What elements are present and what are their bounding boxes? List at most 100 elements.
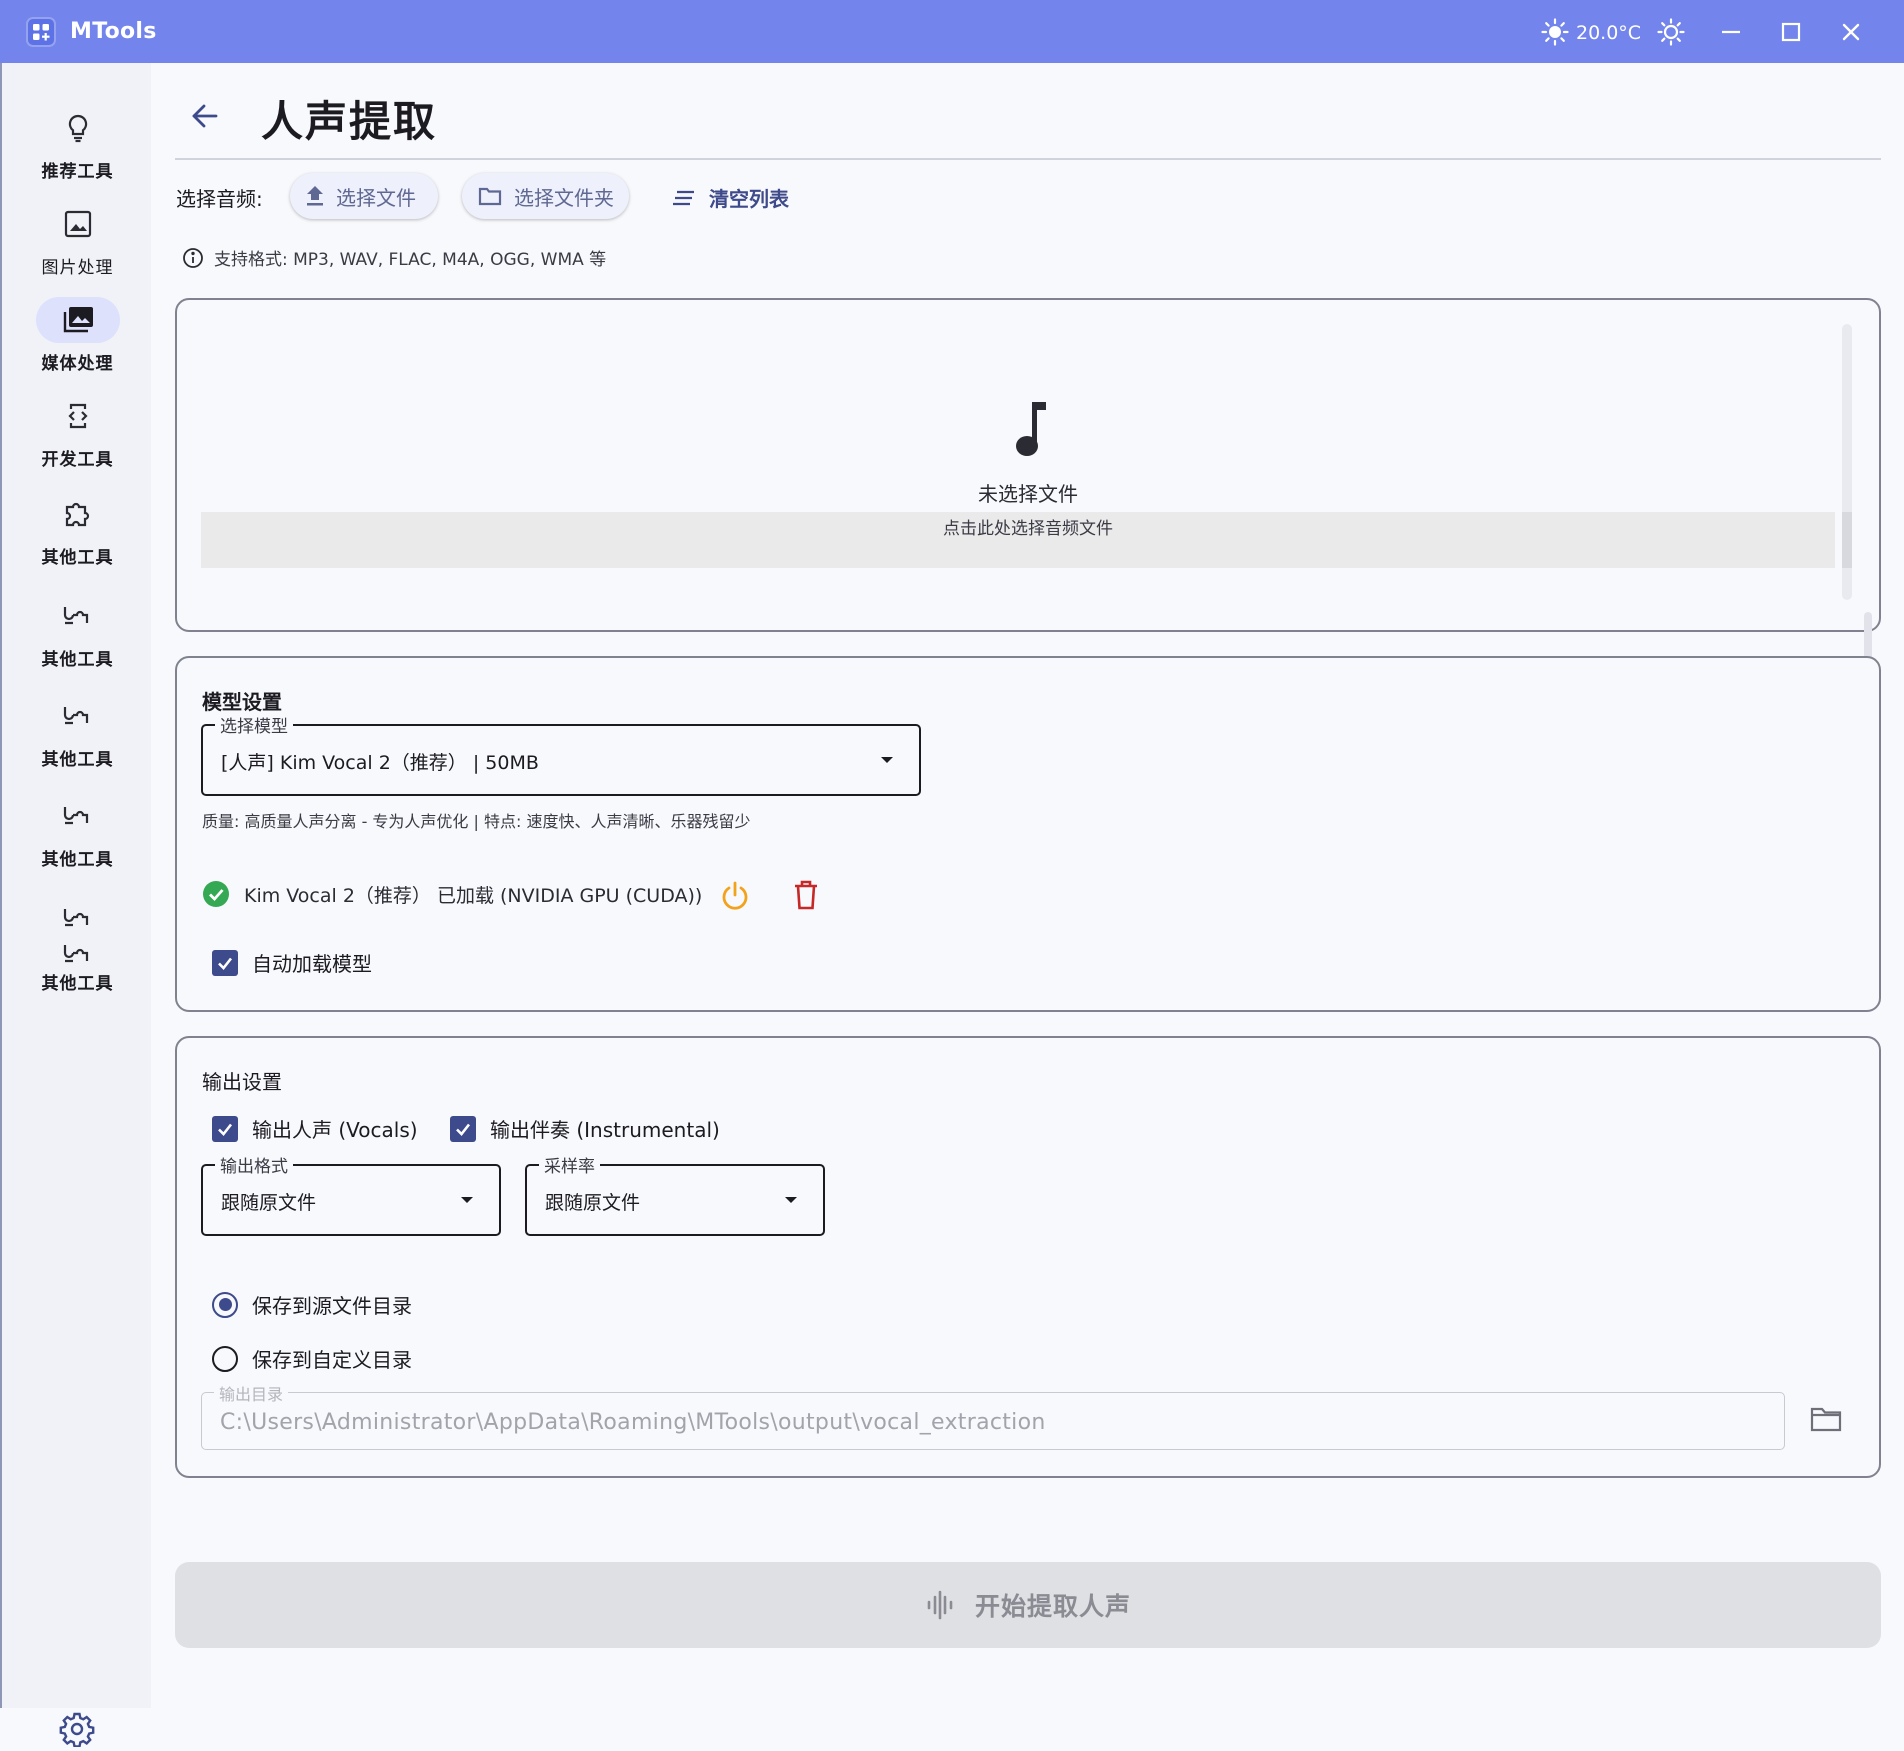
select-folder-button[interactable]: 选择文件夹 bbox=[462, 173, 629, 219]
unload-model-button[interactable] bbox=[719, 880, 751, 916]
minimize-icon bbox=[1722, 30, 1740, 34]
radio-unselected-icon bbox=[212, 1345, 238, 1372]
maximize-button[interactable] bbox=[1773, 14, 1809, 50]
title-bar: MTools 20.0°C bbox=[0, 0, 1904, 63]
sidebar-item-dev[interactable]: 开发工具 bbox=[2, 393, 153, 470]
folder-icon bbox=[478, 187, 502, 206]
clear-list-label: 清空列表 bbox=[709, 187, 789, 211]
output-vocals-label: 输出人声 (Vocals) bbox=[252, 1118, 418, 1142]
extension-icon bbox=[63, 807, 88, 825]
close-icon bbox=[1842, 23, 1860, 41]
file-dropzone[interactable]: 未选择文件 点击此处选择音频文件 bbox=[175, 298, 1881, 632]
arrow-back-icon bbox=[192, 104, 218, 128]
checkbox-checked-icon bbox=[212, 949, 238, 976]
app-logo-icon bbox=[26, 17, 56, 47]
extension-icon bbox=[63, 607, 88, 625]
output-instrumental-label: 输出伴奏 (Instrumental) bbox=[490, 1118, 720, 1142]
sidebar-item-label: 图片处理 bbox=[41, 258, 114, 278]
model-settings-card: 模型设置 选择模型 [人声] Kim Vocal 2（推荐） | 50MB 质量… bbox=[175, 656, 1881, 1012]
clear-all-icon bbox=[673, 190, 694, 205]
save-to-custom-label: 保存到自定义目录 bbox=[252, 1348, 412, 1372]
sidebar-item-media[interactable]: 媒体处理 bbox=[2, 297, 153, 374]
sample-rate-select[interactable]: 采样率 跟随原文件 bbox=[525, 1152, 825, 1236]
back-button[interactable] bbox=[186, 97, 224, 135]
power-icon bbox=[722, 881, 748, 910]
format-hint-text: 支持格式: MP3, WAV, FLAC, M4A, OGG, WMA 等 bbox=[214, 250, 607, 270]
output-dir-field: 输出目录 C:\Users\Administrator\AppData\Roam… bbox=[201, 1381, 1785, 1450]
output-section-title: 输出设置 bbox=[202, 1070, 282, 1094]
upload-icon bbox=[307, 186, 323, 206]
extension-icon bbox=[63, 945, 88, 963]
select-file-button[interactable]: 选择文件 bbox=[290, 173, 438, 219]
output-vocals-checkbox[interactable]: 输出人声 (Vocals) bbox=[212, 1114, 418, 1143]
model-section-title: 模型设置 bbox=[202, 690, 282, 714]
extension-icon bbox=[65, 502, 89, 527]
start-extraction-label: 开始提取人声 bbox=[974, 1592, 1131, 1621]
auto-load-label: 自动加载模型 bbox=[252, 952, 372, 976]
trash-icon bbox=[795, 880, 817, 910]
dropzone-title: 未选择文件 bbox=[978, 482, 1078, 506]
clear-list-button[interactable]: 清空列表 bbox=[673, 183, 789, 212]
checkbox-checked-icon bbox=[212, 1115, 238, 1142]
radio-selected-icon bbox=[212, 1291, 238, 1318]
save-to-source-radio[interactable]: 保存到源文件目录 bbox=[212, 1290, 412, 1319]
sidebar-item-label: 其他工具 bbox=[41, 974, 114, 994]
output-dir-value: C:\Users\Administrator\AppData\Roaming\M… bbox=[220, 1410, 1046, 1435]
weather-temperature: 20.0°C bbox=[1576, 22, 1642, 44]
brightness-icon bbox=[1657, 18, 1685, 46]
waveform-icon bbox=[927, 1590, 953, 1620]
chevron-down-icon bbox=[881, 757, 893, 763]
select-audio-label: 选择音频: bbox=[176, 187, 263, 211]
sidebar: 推荐工具 图片处理 媒体处理 开发工具 其他工具 其他工具 其他工具 其他工具 … bbox=[0, 63, 153, 1748]
gear-icon bbox=[59, 1712, 95, 1748]
sidebar-item-label: 推荐工具 bbox=[41, 162, 114, 182]
output-settings-card: 输出设置 输出人声 (Vocals) 输出伴奏 (Instrumental) 输… bbox=[175, 1036, 1881, 1478]
theme-toggle-button[interactable] bbox=[1653, 14, 1689, 50]
close-button[interactable] bbox=[1833, 14, 1869, 50]
auto-load-checkbox[interactable]: 自动加载模型 bbox=[212, 948, 372, 977]
sidebar-item-other-3[interactable]: 其他工具 bbox=[2, 693, 153, 770]
browse-folder-button[interactable] bbox=[1810, 1406, 1842, 1436]
output-format-select[interactable]: 输出格式 跟随原文件 bbox=[201, 1152, 501, 1236]
app-title: MTools bbox=[70, 19, 157, 44]
sample-rate-legend: 采样率 bbox=[539, 1152, 600, 1177]
model-select[interactable]: 选择模型 [人声] Kim Vocal 2（推荐） | 50MB bbox=[201, 712, 921, 796]
checkbox-checked-icon bbox=[450, 1115, 476, 1142]
developer-mode-icon bbox=[67, 403, 88, 429]
save-to-custom-radio[interactable]: 保存到自定义目录 bbox=[212, 1344, 412, 1373]
format-hint: 支持格式: MP3, WAV, FLAC, M4A, OGG, WMA 等 bbox=[182, 245, 606, 270]
header-divider bbox=[175, 158, 1881, 160]
select-file-label: 选择文件 bbox=[336, 185, 416, 210]
image-icon bbox=[64, 210, 91, 238]
settings-button[interactable] bbox=[59, 1711, 95, 1751]
sidebar-item-label: 其他工具 bbox=[41, 650, 114, 670]
model-loaded-status: Kim Vocal 2（推荐） 已加载 (NVIDIA GPU (CUDA)) bbox=[202, 880, 702, 908]
dropzone-subtitle: 点击此处选择音频文件 bbox=[943, 519, 1113, 539]
sidebar-item-other-2[interactable]: 其他工具 bbox=[2, 593, 153, 670]
sidebar-item-other-1[interactable]: 其他工具 bbox=[2, 491, 153, 568]
sidebar-item-label: 媒体处理 bbox=[41, 354, 114, 374]
sample-rate-value: 跟随原文件 bbox=[545, 1192, 641, 1214]
maximize-icon bbox=[1781, 22, 1801, 42]
model-description: 质量: 高质量人声分离 - 专为人声优化 | 特点: 速度快、人声清晰、乐器残留… bbox=[202, 812, 751, 831]
delete-model-button[interactable] bbox=[793, 880, 819, 914]
sidebar-item-label: 其他工具 bbox=[41, 548, 114, 568]
page-title: 人声提取 bbox=[261, 97, 438, 146]
sidebar-item-recommended[interactable]: 推荐工具 bbox=[2, 105, 153, 182]
sidebar-item-other-5[interactable]: 其他工具 bbox=[2, 893, 153, 994]
model-loaded-text: Kim Vocal 2（推荐） 已加载 (NVIDIA GPU (CUDA)) bbox=[244, 884, 703, 907]
output-format-legend: 输出格式 bbox=[215, 1152, 293, 1177]
save-to-source-label: 保存到源文件目录 bbox=[252, 1294, 412, 1318]
sidebar-item-label: 其他工具 bbox=[41, 850, 114, 870]
minimize-button[interactable] bbox=[1713, 14, 1749, 50]
sidebar-item-label: 开发工具 bbox=[41, 450, 114, 470]
sidebar-item-image[interactable]: 图片处理 bbox=[2, 201, 153, 278]
sidebar-item-other-4[interactable]: 其他工具 bbox=[2, 793, 153, 870]
sidebar-item-label: 其他工具 bbox=[41, 750, 114, 770]
output-instrumental-checkbox[interactable]: 输出伴奏 (Instrumental) bbox=[450, 1114, 720, 1143]
start-extraction-button[interactable]: 开始提取人声 bbox=[175, 1562, 1881, 1648]
extension-icon bbox=[63, 909, 88, 927]
photo-library-icon bbox=[63, 307, 93, 333]
model-select-value: [人声] Kim Vocal 2（推荐） | 50MB bbox=[221, 752, 539, 774]
output-format-value: 跟随原文件 bbox=[221, 1192, 317, 1214]
